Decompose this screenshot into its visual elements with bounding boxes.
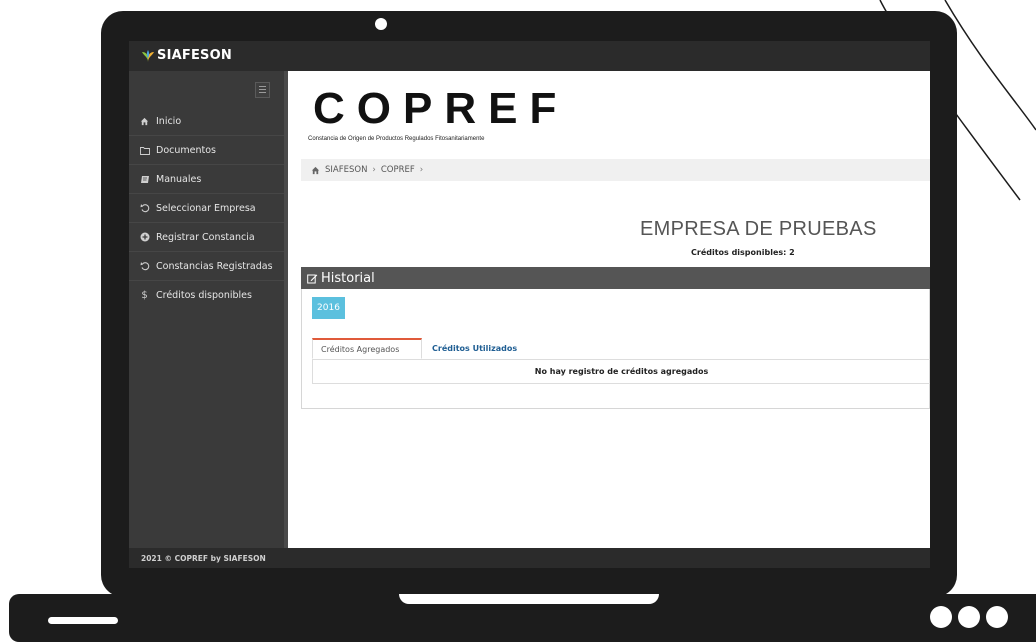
sidebar-item-label: Manuales bbox=[156, 173, 202, 185]
plus-circle-icon bbox=[139, 232, 150, 243]
breadcrumb: SIAFESON › COPREF › bbox=[301, 159, 930, 181]
footer-text: 2021 © COPREF by SIAFESON bbox=[141, 554, 266, 563]
sidebar-item-label: Documentos bbox=[156, 144, 216, 156]
sidebar-item-documentos[interactable]: Documentos bbox=[129, 136, 284, 165]
historial-title: Historial bbox=[321, 270, 375, 286]
dollar-icon: $ bbox=[141, 290, 148, 301]
laptop-base-bar bbox=[48, 617, 118, 624]
breadcrumb-item-copref[interactable]: COPREF bbox=[381, 165, 415, 175]
brand[interactable]: SIAFESON bbox=[141, 48, 232, 63]
tab-creditos-utilizados[interactable]: Créditos Utilizados bbox=[424, 338, 525, 359]
undo-icon bbox=[139, 203, 150, 214]
menu-toggle-button[interactable] bbox=[255, 82, 270, 98]
breadcrumb-item-siafeson[interactable]: SIAFESON bbox=[325, 165, 367, 175]
sidebar-item-constancias-registradas[interactable]: Constancias Registradas bbox=[129, 252, 284, 281]
sidebar-item-manuales[interactable]: Manuales bbox=[129, 165, 284, 194]
sidebar-item-label: Créditos disponibles bbox=[156, 290, 252, 301]
decorative-dot bbox=[986, 606, 1008, 628]
decorative-dot bbox=[958, 606, 980, 628]
company-name: EMPRESA DE PRUEBAS bbox=[640, 218, 877, 240]
folder-icon bbox=[139, 145, 150, 156]
laptop-notch bbox=[399, 594, 659, 604]
empty-state-message: No hay registro de créditos agregados bbox=[312, 360, 930, 384]
top-navbar: SIAFESON bbox=[129, 41, 930, 71]
main-content: COPREF Constancia de Origen de Productos… bbox=[288, 71, 930, 548]
historial-tabs: Créditos Agregados Créditos Utilizados bbox=[312, 338, 930, 360]
book-icon bbox=[139, 174, 150, 185]
credits-available: Créditos disponibles: 2 bbox=[691, 248, 795, 257]
decorative-dot bbox=[930, 606, 952, 628]
footer: 2021 © COPREF by SIAFESON bbox=[129, 548, 930, 568]
sidebar-item-inicio[interactable]: Inicio bbox=[129, 107, 284, 136]
copref-logo: COPREF bbox=[313, 84, 569, 133]
year-button-2016[interactable]: 2016 bbox=[312, 297, 345, 319]
tab-creditos-agregados[interactable]: Créditos Agregados bbox=[312, 338, 422, 359]
webcam bbox=[375, 18, 387, 30]
home-icon bbox=[311, 166, 320, 174]
chevron-right-icon: › bbox=[419, 165, 424, 175]
historial-panel-header: Historial bbox=[301, 267, 930, 289]
brand-name: SIAFESON bbox=[157, 48, 232, 63]
sidebar-item-label: Constancias Registradas bbox=[156, 260, 273, 272]
undo-icon bbox=[139, 261, 150, 272]
sidebar-item-creditos-disponibles[interactable]: $ Créditos disponibles bbox=[129, 281, 284, 310]
sidebar-item-label: Seleccionar Empresa bbox=[156, 202, 256, 214]
app-screen: SIAFESON Inicio Documentos Manuales Sele… bbox=[129, 41, 930, 568]
leaf-logo-icon bbox=[142, 49, 154, 62]
sidebar-item-label: Inicio bbox=[156, 115, 182, 127]
sidebar-item-registrar-constancia[interactable]: Registrar Constancia bbox=[129, 223, 284, 252]
chevron-right-icon: › bbox=[372, 165, 376, 175]
historial-panel-body: 2016 Créditos Agregados Créditos Utiliza… bbox=[301, 289, 930, 409]
home-icon bbox=[139, 116, 150, 127]
sidebar-nav: Inicio Documentos Manuales Seleccionar E… bbox=[129, 107, 284, 310]
sidebar: Inicio Documentos Manuales Seleccionar E… bbox=[129, 71, 288, 548]
edit-icon bbox=[307, 274, 318, 283]
sidebar-item-label: Registrar Constancia bbox=[156, 231, 255, 243]
logo-subtitle: Constancia de Origen de Productos Regula… bbox=[308, 136, 485, 142]
sidebar-item-seleccionar-empresa[interactable]: Seleccionar Empresa bbox=[129, 194, 284, 223]
